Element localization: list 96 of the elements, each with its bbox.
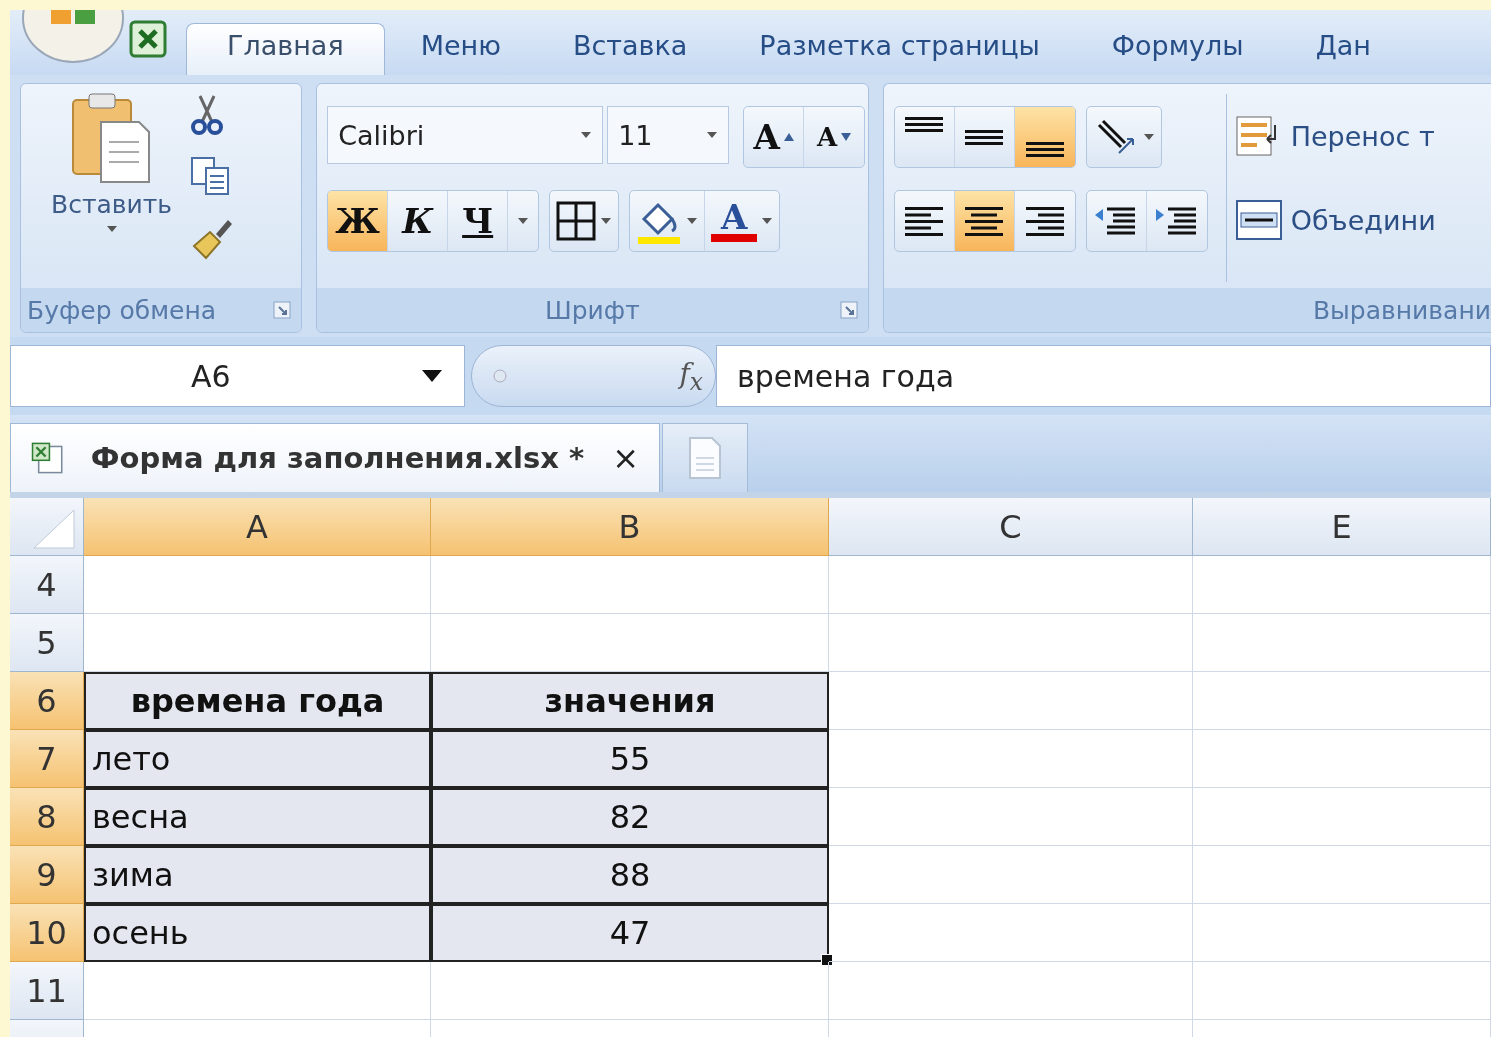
bold-button[interactable]: Ж <box>328 191 389 251</box>
column-header[interactable]: A <box>84 498 431 556</box>
document-title: Форма для заполнения.xlsx * <box>90 441 585 475</box>
table-cell: 55 <box>431 730 829 788</box>
caret-icon <box>686 217 699 225</box>
align-bottom-button[interactable] <box>1014 107 1075 167</box>
row-header[interactable]: 10 <box>10 904 84 962</box>
dialog-launcher-icon[interactable] <box>273 301 292 319</box>
table-cell: 88 <box>431 846 829 904</box>
row-header[interactable]: 8 <box>10 788 84 846</box>
align-center-button[interactable] <box>954 191 1015 251</box>
table-cell: 82 <box>431 788 829 846</box>
align-middle-icon <box>964 129 1005 145</box>
sheet-cell[interactable] <box>1193 672 1491 730</box>
merge-cells-button[interactable]: Объедини <box>1234 190 1436 250</box>
sheet-cell[interactable] <box>431 962 829 1020</box>
sheet-cell[interactable] <box>829 614 1193 672</box>
color-bar-icon <box>711 234 758 242</box>
sheet-cell[interactable] <box>84 962 431 1020</box>
new-document-tab[interactable] <box>662 423 748 492</box>
document-icon <box>688 436 722 480</box>
ribbon-tab[interactable]: Главная <box>186 23 385 75</box>
group-label: Буфер обмена <box>27 295 217 325</box>
ribbon-tab[interactable]: Вставка <box>536 23 724 75</box>
borders-icon <box>556 201 597 241</box>
sheet-cell[interactable] <box>829 962 1193 1020</box>
copy-icon[interactable] <box>190 156 231 196</box>
row-header[interactable]: 9 <box>10 846 84 904</box>
sheet-cell[interactable] <box>1193 904 1491 962</box>
sheet-cell[interactable] <box>1193 556 1491 614</box>
wrap-text-button[interactable]: Перенос т <box>1234 106 1436 166</box>
sheet-cell[interactable] <box>431 556 829 614</box>
ribbon-tab[interactable]: Меню <box>384 23 537 75</box>
caret-icon <box>580 131 593 139</box>
table-cell: зима <box>84 846 431 904</box>
sheet-cell[interactable] <box>1193 962 1491 1020</box>
column-header[interactable]: B <box>431 498 829 556</box>
sheet-cell[interactable] <box>1193 614 1491 672</box>
sheet-cell[interactable] <box>829 788 1193 846</box>
caret-icon <box>1142 133 1155 141</box>
caret-icon <box>517 217 530 225</box>
caret-icon <box>761 217 774 225</box>
grow-font-button[interactable]: A <box>744 107 805 167</box>
caret-icon <box>422 370 442 382</box>
sheet-cell[interactable] <box>1193 846 1491 904</box>
sheet-cell[interactable] <box>829 730 1193 788</box>
sheet-cell[interactable] <box>829 904 1193 962</box>
column-header[interactable]: C <box>829 498 1193 556</box>
row-header[interactable]: 7 <box>10 730 84 788</box>
document-tab[interactable]: Форма для заполнения.xlsx * × <box>10 423 660 492</box>
row-header[interactable]: 5 <box>10 614 84 672</box>
sheet-cell[interactable] <box>829 556 1193 614</box>
clipboard-icon <box>70 92 153 184</box>
sheet-cell[interactable] <box>84 556 431 614</box>
table-cell: осень <box>84 904 431 962</box>
ribbon-tab[interactable]: Разметка страницы <box>723 23 1076 75</box>
name-box[interactable]: А6 <box>10 345 465 407</box>
paste-button[interactable]: Вставить <box>21 84 183 288</box>
ribbon-tab[interactable]: Дан <box>1279 23 1407 75</box>
font-size-field[interactable]: 11 <box>607 106 730 164</box>
merge-cells-icon <box>1234 199 1283 241</box>
table-cell: лето <box>84 730 431 788</box>
italic-button[interactable]: К <box>388 191 449 251</box>
close-button[interactable]: × <box>612 439 639 477</box>
row-header[interactable]: 11 <box>10 962 84 1020</box>
align-top-icon <box>904 117 945 132</box>
fill-handle[interactable] <box>821 954 833 966</box>
table-cell: значения <box>431 672 829 730</box>
group-label: Выравнивани <box>1312 295 1491 325</box>
excel-icon[interactable] <box>128 18 168 59</box>
formula-field[interactable]: времена года <box>716 345 1491 407</box>
caret-up-icon <box>783 133 794 141</box>
caret-icon <box>600 217 613 225</box>
table-cell: весна <box>84 788 431 846</box>
table-cell: времена года <box>84 672 431 730</box>
expand-handle-icon[interactable] <box>490 366 510 386</box>
sheet-cell[interactable] <box>829 846 1193 904</box>
sheet-cell[interactable] <box>1193 788 1491 846</box>
sheet-cell[interactable] <box>829 672 1193 730</box>
caret-icon <box>105 225 118 233</box>
row-header[interactable]: 6 <box>10 672 84 730</box>
insert-function-button[interactable]: f$_{x}$ <box>679 356 703 396</box>
scissors-icon[interactable] <box>190 94 225 136</box>
font-name-field[interactable]: Calibri <box>327 106 604 164</box>
row-header[interactable]: 4 <box>10 556 84 614</box>
shrink-font-button[interactable]: A <box>804 107 865 167</box>
caret-icon <box>841 133 852 141</box>
font-color-label: A <box>720 200 748 234</box>
underline-button[interactable]: Ч <box>448 191 509 251</box>
dialog-launcher-icon[interactable] <box>839 301 858 319</box>
caret-icon <box>706 131 719 139</box>
column-header[interactable]: E <box>1193 498 1491 556</box>
sheet-cell[interactable] <box>1193 730 1491 788</box>
align-bottom-icon <box>1024 142 1065 157</box>
group-label: Шрифт <box>545 295 640 325</box>
ribbon-tab[interactable]: Формулы <box>1075 23 1280 75</box>
